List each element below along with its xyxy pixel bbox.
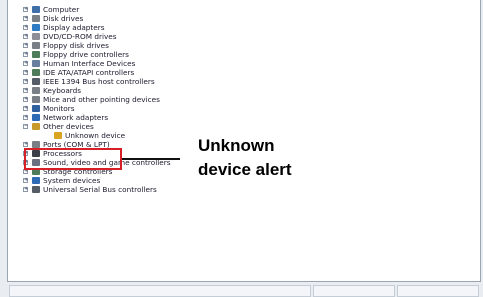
tree-item-label: Computer xyxy=(43,5,80,14)
callout-line xyxy=(122,158,180,160)
tree-item-label: Disk drives xyxy=(43,14,84,23)
expand-icon[interactable]: + xyxy=(23,106,28,111)
tree-item-label: Network adapters xyxy=(43,113,109,122)
device-icon xyxy=(32,14,40,22)
expand-icon[interactable]: + xyxy=(23,142,28,147)
device-icon xyxy=(32,176,40,184)
expand-icon[interactable]: + xyxy=(23,187,28,192)
device-icon xyxy=(54,131,62,139)
device-icon xyxy=(32,32,40,40)
device-icon xyxy=(32,5,40,13)
status-cell xyxy=(397,285,479,297)
device-icon xyxy=(32,41,40,49)
tree-item-label: Display adapters xyxy=(43,23,105,32)
expand-icon[interactable]: + xyxy=(23,7,28,12)
device-icon xyxy=(32,77,40,85)
collapse-icon[interactable]: − xyxy=(23,124,28,129)
expand-icon[interactable]: + xyxy=(23,70,28,75)
tree-item-label: DVD/CD-ROM drives xyxy=(43,32,117,41)
tree-item-label: Unknown device xyxy=(65,131,126,140)
device-icon xyxy=(32,59,40,67)
tree-item-label: Floppy disk drives xyxy=(43,41,109,50)
unknown-device-highlight xyxy=(24,148,122,170)
expand-icon[interactable]: + xyxy=(23,115,28,120)
device-icon xyxy=(32,140,40,148)
tree-item-label: Human Interface Devices xyxy=(43,59,136,68)
status-cell xyxy=(313,285,395,297)
status-cell xyxy=(9,285,311,297)
tree-item-label: Other devices xyxy=(43,122,94,131)
device-icon xyxy=(32,113,40,121)
tree-item-label: Monitors xyxy=(43,104,75,113)
status-bar xyxy=(7,282,481,297)
expand-icon[interactable]: + xyxy=(23,88,28,93)
tree-item-label: IDE ATA/ATAPI controllers xyxy=(43,68,135,77)
expand-icon[interactable]: + xyxy=(23,34,28,39)
tree-item-label: Mice and other pointing devices xyxy=(43,95,160,104)
expand-icon[interactable]: + xyxy=(23,52,28,57)
callout-line1: Unknown xyxy=(198,136,275,155)
device-icon xyxy=(32,50,40,58)
callout-text: Unknown device alert xyxy=(198,134,292,182)
tree-item-label: Floppy drive controllers xyxy=(43,50,129,59)
device-icon xyxy=(32,68,40,76)
device-icon xyxy=(32,104,40,112)
tree-item-label: Universal Serial Bus controllers xyxy=(43,185,157,194)
expand-icon[interactable]: + xyxy=(23,61,28,66)
expand-icon[interactable]: + xyxy=(23,178,28,183)
expand-icon[interactable]: + xyxy=(23,97,28,102)
device-icon xyxy=(32,86,40,94)
expand-icon[interactable]: + xyxy=(23,16,28,21)
device-icon xyxy=(32,95,40,103)
device-icon xyxy=(32,23,40,31)
tree-item-label: IEEE 1394 Bus host controllers xyxy=(43,77,155,86)
device-icon xyxy=(32,185,40,193)
expand-icon[interactable]: + xyxy=(23,25,28,30)
expand-icon[interactable]: + xyxy=(23,43,28,48)
expand-icon[interactable]: + xyxy=(23,79,28,84)
device-icon xyxy=(32,122,40,130)
callout-line2: device alert xyxy=(198,160,292,179)
tree-item-label: Keyboards xyxy=(43,86,82,95)
tree-item-label: System devices xyxy=(43,176,101,185)
